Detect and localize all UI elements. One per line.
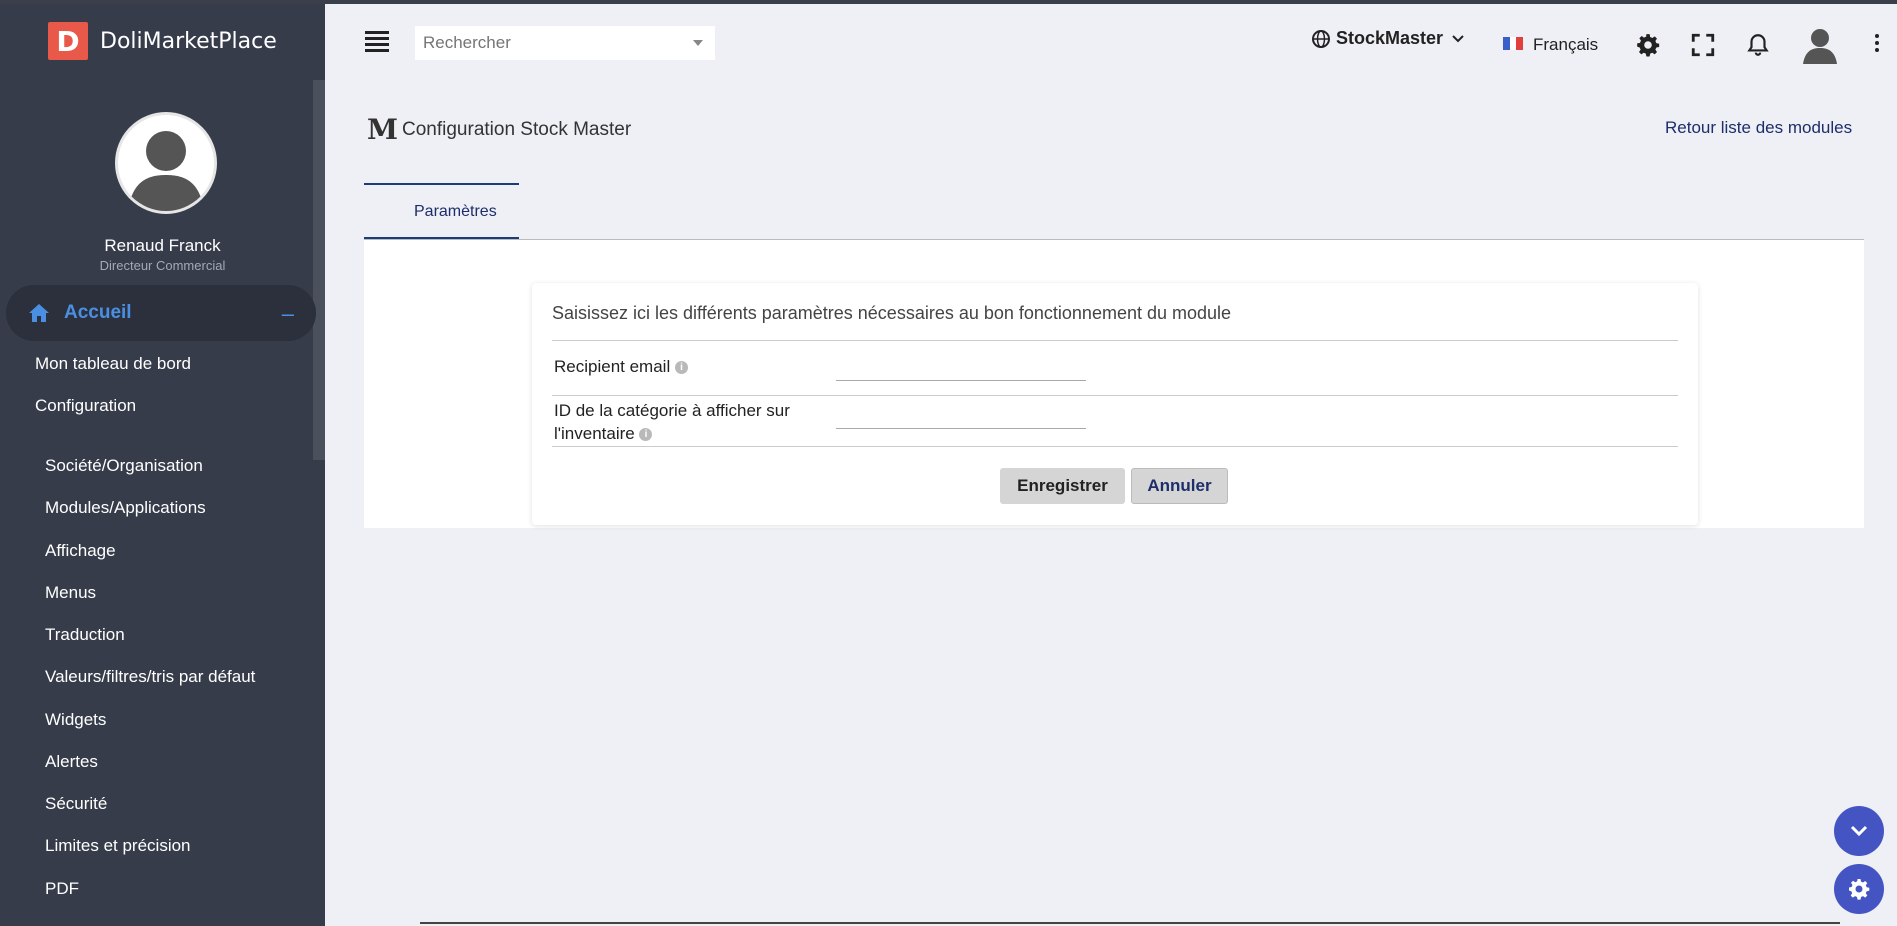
sidebar-item-societe[interactable]: Société/Organisation (45, 456, 203, 476)
tab-label: Paramètres (414, 203, 497, 220)
module-logo: M (367, 113, 398, 146)
page-title: M Configuration Stock Master (367, 113, 631, 146)
sidebar-item-modules[interactable]: Modules/Applications (45, 498, 206, 518)
gear-icon (1849, 879, 1870, 900)
flag-fr-icon (1503, 37, 1524, 50)
info-icon[interactable]: i (674, 361, 688, 375)
card-divider (552, 340, 1678, 341)
category-id-field[interactable] (836, 409, 1086, 429)
category-id-label: ID de la catégorie à afficher sur l'inve… (554, 399, 790, 445)
brand-logo: D (48, 22, 88, 60)
sidebar-section-label: Accueil (64, 302, 132, 323)
sidebar-item-valeurs[interactable]: Valeurs/filtres/tris par défaut (45, 667, 255, 687)
sidebar-item-dashboard[interactable]: Mon tableau de bord (35, 354, 191, 374)
info-icon[interactable]: i (639, 428, 653, 442)
home-icon (29, 304, 49, 322)
cancel-button[interactable]: Annuler (1131, 468, 1228, 504)
fullscreen-icon[interactable] (1690, 32, 1716, 58)
row-divider (552, 446, 1678, 447)
bell-icon[interactable] (1745, 32, 1771, 58)
chevron-down-icon (1850, 825, 1868, 837)
sidebar: D DoliMarketPlace Renaud Franck Directeu… (0, 4, 325, 926)
settings-card: Saisissez ici les différents paramètres … (532, 283, 1698, 525)
sidebar-item-traduction[interactable]: Traduction (45, 625, 125, 645)
quick-settings-button[interactable] (1834, 864, 1884, 914)
card-intro: Saisissez ici les différents paramètres … (552, 303, 1232, 323)
save-button[interactable]: Enregistrer (1000, 468, 1125, 504)
bottom-border (420, 922, 1840, 924)
recipient-email-label-text: Recipient email (554, 357, 671, 376)
user-name: Renaud Franck (104, 236, 221, 255)
sidebar-item-limites[interactable]: Limites et précision (45, 836, 191, 856)
category-id-label-line1: ID de la catégorie à afficher sur (554, 401, 790, 420)
chevron-down-icon (1452, 34, 1464, 42)
search-input[interactable] (415, 26, 715, 60)
collapse-icon[interactable]: – (282, 301, 294, 327)
gear-icon[interactable] (1635, 32, 1661, 58)
user-silhouette-icon (128, 131, 204, 211)
user-role: Directeur Commercial (99, 258, 226, 273)
company-selector[interactable]: StockMaster (1312, 28, 1465, 49)
sidebar-item-affichage[interactable]: Affichage (45, 541, 116, 561)
sidebar-item-pdf[interactable]: PDF (45, 879, 79, 899)
sidebar-item-alertes[interactable]: Alertes (45, 752, 98, 772)
sidebar-item-configuration[interactable]: Configuration (35, 396, 136, 416)
brand-name: DoliMarketPlace (100, 28, 277, 54)
menu-toggle-icon[interactable] (365, 31, 389, 52)
tab-parametres[interactable]: Paramètres (364, 183, 519, 240)
language-selector[interactable]: Français (1533, 35, 1598, 55)
row-divider (552, 395, 1678, 396)
globe-icon (1312, 29, 1330, 48)
brand[interactable]: D DoliMarketPlace (48, 22, 277, 60)
more-options-icon[interactable] (1875, 34, 1881, 56)
sidebar-item-securite[interactable]: Sécurité (45, 794, 107, 814)
sidebar-item-menus[interactable]: Menus (45, 583, 96, 603)
chevron-down-icon[interactable] (693, 40, 703, 46)
main-content: Saisissez ici les différents paramètres … (364, 240, 1864, 528)
page-title-text: Configuration Stock Master (402, 118, 632, 140)
sidebar-item-widgets[interactable]: Widgets (45, 710, 106, 730)
user-menu-avatar[interactable] (1800, 24, 1840, 64)
recipient-email-field[interactable] (836, 361, 1086, 381)
sidebar-section-accueil[interactable]: Accueil – (6, 285, 316, 341)
scroll-down-button[interactable] (1834, 806, 1884, 856)
recipient-email-label: Recipient email i (554, 355, 688, 378)
back-to-modules-link[interactable]: Retour liste des modules (1665, 118, 1852, 138)
top-header: StockMaster Français (325, 4, 1897, 84)
category-id-label-line2: l'inventaire (554, 424, 635, 443)
company-name: StockMaster (1336, 28, 1444, 48)
user-avatar[interactable] (115, 112, 217, 214)
